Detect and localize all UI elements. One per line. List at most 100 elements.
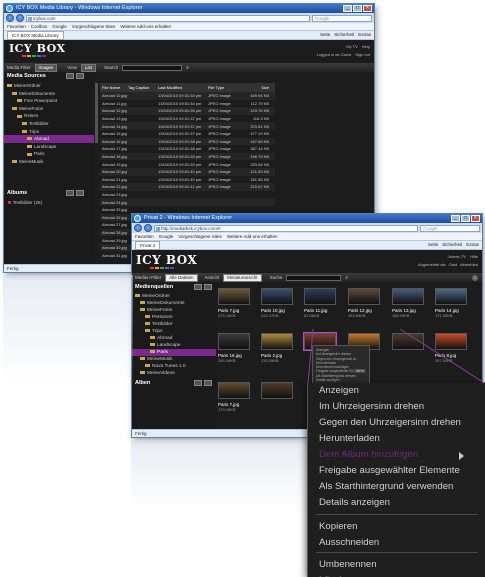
close-button[interactable]: × <box>471 215 480 222</box>
table-row[interactable]: Abroad 17.jpg 13/04/2010 09:01:38 pm JPEG … <box>100 145 275 153</box>
thumbnail-image[interactable] <box>261 382 293 399</box>
tree-item[interactable]: Paris <box>4 150 94 158</box>
tree-item[interactable]: Testbilder <box>132 321 216 328</box>
favorites-link[interactable]: Coolbox <box>31 24 48 29</box>
table-row[interactable]: Abroad 19.jpg 13/04/2010 09:01:39 pm JPEG … <box>100 160 275 168</box>
forward-arrow-icon[interactable]: › <box>144 224 152 232</box>
tree-item[interactable]: MeineOrdner <box>132 293 216 300</box>
context-menu-item[interactable]: Herunterladen <box>319 433 380 444</box>
context-menu-item[interactable]: Im Uhrzeigersinn drehen <box>319 401 424 412</box>
browser-tab[interactable]: Privat 2 <box>135 240 161 250</box>
thumbnail-image[interactable] <box>218 382 250 399</box>
tree-item[interactable]: MeineDokumente <box>132 300 216 307</box>
context-menu-item[interactable]: Anzeigen <box>319 385 359 396</box>
back-arrow-icon[interactable]: ‹ <box>134 224 142 232</box>
tree-item[interactable]: Personen <box>132 314 216 321</box>
col-size[interactable]: Size <box>246 85 271 90</box>
tree-item[interactable]: MeineMusik <box>132 356 216 363</box>
tree-item[interactable]: MeineMusik <box>4 158 94 166</box>
tree-item[interactable]: MeineFotos <box>132 307 216 314</box>
thumbnail-image[interactable] <box>304 288 336 305</box>
context-menu-item[interactable]: Umbenennen <box>319 559 377 570</box>
col-file-name[interactable]: File Name <box>100 85 128 90</box>
search-field[interactable]: Google <box>420 224 480 232</box>
context-menu-item[interactable]: Dem Album hinzufügen <box>319 449 418 460</box>
extras-menu[interactable]: Extras <box>358 32 371 37</box>
tree-item[interactable]: Reisen <box>4 112 94 120</box>
table-row[interactable]: Abroad 10.jpg 13/04/2010 09:01:34 pm JPEG … <box>100 92 275 100</box>
maximize-button[interactable]: □ <box>461 215 470 222</box>
table-row[interactable]: Abroad 24.jpg <box>100 198 275 206</box>
table-row[interactable]: Abroad 23.jpg <box>100 191 275 199</box>
page-menu[interactable]: Seite <box>428 242 438 247</box>
back-arrow-icon[interactable]: ‹ <box>6 14 14 22</box>
thumbnail-image[interactable] <box>435 288 467 305</box>
tree-item[interactable]: MeineDokumente <box>4 90 94 98</box>
search-input[interactable] <box>122 64 183 71</box>
sidebar-add-button[interactable] <box>66 73 74 79</box>
favorites-link[interactable]: Google <box>52 24 67 29</box>
table-row[interactable]: Abroad 18.jpg 13/04/2010 09:01:39 pm JPEG … <box>100 152 275 161</box>
close-button[interactable]: × <box>363 5 372 12</box>
tree-item[interactable]: Paris <box>132 349 216 356</box>
col-last-modified[interactable]: Last Modified <box>158 85 208 90</box>
tree-item[interactable]: Nova Tunes 1.0 <box>132 363 216 370</box>
table-row[interactable]: Abroad 16.jpg 13/04/2010 09:01:38 pm JPEG … <box>100 137 275 146</box>
sign-out-link[interactable]: Abmelden <box>460 262 478 267</box>
table-row[interactable]: Abroad 13.jpg 13/04/2010 09:01:37 pm JPEG … <box>100 115 275 123</box>
table-row[interactable]: Abroad 20.jpg 13/04/2010 09:01:40 pm JPEG … <box>100 167 275 176</box>
thumbnail-item[interactable]: Paris 8.jpg 397.54KB <box>435 333 467 363</box>
search-field[interactable]: Google <box>312 14 372 22</box>
thumbnail-item[interactable]: Paris 10.jpg 220.47KB <box>261 288 293 318</box>
sidebar-scrollbar[interactable] <box>95 83 98 143</box>
media-filter-dropdown[interactable]: Images <box>34 63 58 72</box>
thumbnail-image[interactable] <box>261 288 293 305</box>
sidebar-options-button[interactable] <box>204 284 212 290</box>
favorites-link[interactable]: Weitere Add-ons erhalten <box>120 24 171 29</box>
forward-arrow-icon[interactable]: › <box>16 14 24 22</box>
table-row[interactable]: Abroad 21.jpg 13/04/2010 09:01:40 pm JPEG … <box>100 176 275 184</box>
sign-out-link[interactable]: Sign out <box>355 52 370 57</box>
context-menu-item[interactable]: Ausschneiden <box>319 537 379 548</box>
thumbnail-item[interactable]: Paris 12.jpg 183.69KB <box>348 288 380 318</box>
thumbnail-image[interactable] <box>261 333 293 350</box>
thumbnail-item[interactable]: Paris 13.jpg 180.99KB <box>392 288 424 318</box>
table-row[interactable]: Abroad 15.jpg 13/04/2010 09:01:37 pm JPEG … <box>100 130 275 138</box>
tree-item[interactable]: MeineFotos <box>4 105 94 113</box>
window-titlebar[interactable]: ICY BOX Media Library - Windows Internet… <box>4 4 374 13</box>
albums-add-button[interactable] <box>66 190 74 196</box>
favorites-link[interactable]: Vorgeschlagene Sites <box>72 24 116 29</box>
thumbnail-item[interactable]: Paris 14.jpg 171.55KB <box>435 288 467 318</box>
view-dropdown[interactable]: Miniaturansicht <box>223 273 262 282</box>
thumbnail-image[interactable] <box>392 288 424 305</box>
col-tag-caption[interactable]: Tag Caption <box>128 85 158 90</box>
table-row[interactable]: Abroad 11.jpg 13/04/2010 09:01:34 pm JPEG … <box>100 100 275 108</box>
thumbnail-item[interactable]: Paris 16.jpg 265.16KB <box>218 333 250 363</box>
link-tv[interactable]: Jahres-TV <box>448 254 466 259</box>
link-help[interactable]: Help <box>362 44 370 49</box>
context-menu-item[interactable]: Kopieren <box>319 521 357 532</box>
mini-menu-item[interactable]: Im Uhrzeigersinn drehen <box>316 352 356 356</box>
favorites-link[interactable]: Vorgeschlagene Sites <box>178 234 222 239</box>
context-menu-item[interactable]: Gegen den Uhrzeigersinn drehen <box>319 417 461 428</box>
thumbnail-item[interactable]: Paris 11.jpg 61.58KB <box>304 288 336 318</box>
favorites-link[interactable]: Favoriten <box>7 24 26 29</box>
table-row[interactable]: Abroad 12.jpg 13/04/2010 09:01:36 pm JPEG … <box>100 107 275 115</box>
tree-item[interactable]: Landscape <box>4 143 94 151</box>
sidebar-options-button[interactable] <box>76 73 84 79</box>
link-my-tv[interactable]: My TV <box>346 44 357 49</box>
window-titlebar[interactable]: Privat 2 - Windows Internet Explorer _ □… <box>132 214 482 223</box>
search-icon[interactable]: ⌕ <box>345 275 348 280</box>
tree-item[interactable]: Trips <box>4 128 94 136</box>
albums-add-button[interactable] <box>194 380 202 386</box>
search-input[interactable] <box>286 274 342 281</box>
context-menu-item[interactable]: Freigabe ausgewählter Elemente <box>319 465 460 476</box>
minimize-button[interactable]: _ <box>343 5 352 12</box>
minimize-button[interactable]: _ <box>451 215 460 222</box>
info-icon[interactable]: i <box>472 274 478 281</box>
page-menu[interactable]: Seite <box>320 32 330 37</box>
browser-tab[interactable]: ICY BOX Media Library <box>7 30 64 40</box>
thumbnail-image[interactable] <box>218 333 250 350</box>
thumbnail-item[interactable]: Paris 2.jpg 235.35KB <box>261 333 293 363</box>
mini-menu-item[interactable]: Details anzeigen <box>316 378 356 382</box>
